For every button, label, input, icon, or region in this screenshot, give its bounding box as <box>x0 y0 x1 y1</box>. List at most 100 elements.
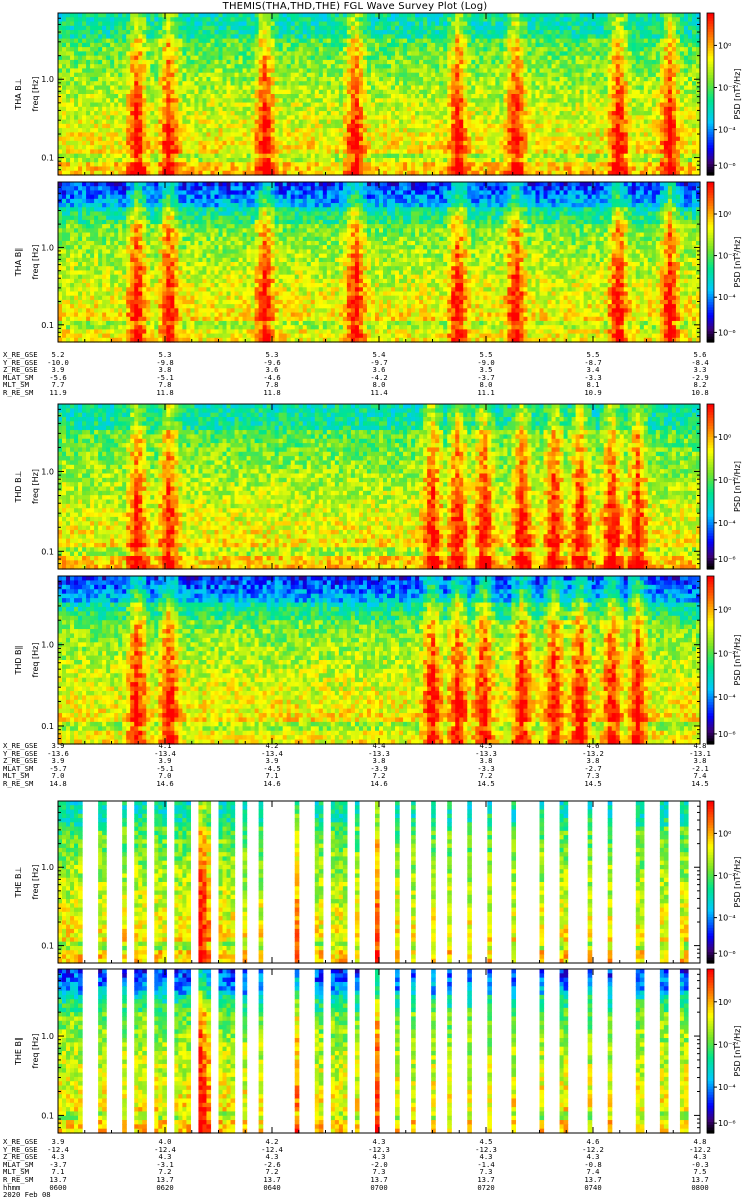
spectrogram-cell <box>122 111 127 116</box>
spectrogram-cell <box>90 103 95 108</box>
spectrogram-cell <box>82 77 87 82</box>
spectrogram-cell <box>210 81 215 86</box>
spectrogram-cell <box>178 34 183 39</box>
spectrogram-cell <box>90 26 95 31</box>
spectrogram-cell <box>142 145 147 150</box>
spectrogram-cell <box>78 60 83 65</box>
spectrogram-cell <box>106 56 111 61</box>
spectrogram-cell <box>186 141 191 146</box>
spectrogram-cell <box>186 73 191 78</box>
spectrogram-cell <box>110 137 115 142</box>
spectrogram-cell <box>62 73 67 78</box>
spectrogram-cell <box>102 22 107 27</box>
spectrogram-cell <box>78 30 83 35</box>
spectrogram-cell <box>102 107 107 112</box>
spectrogram-cell <box>154 64 159 69</box>
spectrogram-cell <box>174 39 179 44</box>
spectrogram-cell <box>110 77 115 82</box>
spectrogram-cell <box>106 73 111 78</box>
spectrogram-cell <box>82 68 87 73</box>
spectrogram-cell <box>126 103 131 108</box>
spectrogram-cell <box>174 103 179 108</box>
spectrogram-cell <box>110 39 115 44</box>
spectrogram-cell <box>110 111 115 116</box>
spectrogram-cell <box>90 124 95 129</box>
spectrogram-cell <box>158 120 163 125</box>
spectrogram-cell <box>110 43 115 48</box>
spectrogram-cell <box>106 68 111 73</box>
spectrogram-cell <box>82 26 87 31</box>
spectrogram-cell <box>70 103 75 108</box>
spectrogram-cell <box>94 149 99 154</box>
spectrogram-cell <box>162 132 167 137</box>
spectrogram-cell <box>74 90 79 95</box>
spectrogram-cell <box>82 162 87 167</box>
spectrogram-cell <box>178 145 183 150</box>
spectrogram-cell <box>194 149 199 154</box>
spectrogram-cell <box>102 60 107 65</box>
spectrogram-cell <box>170 120 175 125</box>
spectrogram-cell <box>150 98 155 103</box>
spectrogram-cell <box>174 141 179 146</box>
spectrogram-cell <box>94 98 99 103</box>
spectrogram-cell <box>82 98 87 103</box>
spectrogram-cell <box>118 56 123 61</box>
spectrogram-cell <box>126 85 131 90</box>
spectrogram-cell <box>134 132 139 137</box>
spectrogram-cell <box>86 90 91 95</box>
spectrogram-cell <box>194 128 199 133</box>
spectrogram-cell <box>154 162 159 167</box>
spectrogram-cell <box>126 162 131 167</box>
spectrogram-cell <box>90 120 95 125</box>
spectrogram-cell <box>58 137 63 142</box>
spectrogram-cell <box>106 115 111 120</box>
spectrogram-cell <box>146 103 151 108</box>
spectrogram-cell <box>186 103 191 108</box>
spectrogram-cell <box>210 17 215 22</box>
spectrogram-cell <box>118 77 123 82</box>
spectrogram-cell <box>122 73 127 78</box>
spectrogram-cell <box>118 68 123 73</box>
spectrogram-cell <box>78 111 83 116</box>
spectrogram-cell <box>130 68 135 73</box>
spectrogram-cell <box>86 107 91 112</box>
spectrogram-cell <box>110 68 115 73</box>
spectrogram-cell <box>198 30 203 35</box>
spectrogram-cell <box>114 30 119 35</box>
spectrogram-cell <box>78 64 83 69</box>
spectrogram-cell <box>90 90 95 95</box>
spectrogram-cell <box>166 22 171 27</box>
spectrogram-cell <box>170 145 175 150</box>
spectrogram-cell <box>154 111 159 116</box>
spectrogram-cell <box>198 128 203 133</box>
spectrogram-cell <box>194 34 199 39</box>
spectrogram-cell <box>194 39 199 44</box>
spectrogram-cell <box>86 145 91 150</box>
spectrogram-cell <box>150 162 155 167</box>
spectrogram-cell <box>206 81 211 86</box>
spectrogram-cell <box>74 73 79 78</box>
spectrogram-cell <box>130 111 135 116</box>
spectrogram-cell <box>106 103 111 108</box>
spectrogram-cell <box>170 77 175 82</box>
spectrogram-cell <box>82 120 87 125</box>
spectrogram-cell <box>118 98 123 103</box>
spectrogram-cell <box>182 98 187 103</box>
spectrogram-cell <box>182 90 187 95</box>
spectrogram-cell <box>130 43 135 48</box>
spectrogram-cell <box>178 141 183 146</box>
spectrogram-cell <box>194 90 199 95</box>
spectrogram-cell <box>78 158 83 163</box>
spectrogram-cell <box>126 94 131 99</box>
spectrogram-cell <box>170 128 175 133</box>
spectrogram-cell <box>70 149 75 154</box>
spectrogram-cell <box>150 39 155 44</box>
spectrogram-cell <box>130 81 135 86</box>
spectrogram-cell <box>94 141 99 146</box>
spectrogram-cell <box>170 56 175 61</box>
spectrogram-cell <box>98 166 103 171</box>
spectrogram-cell <box>70 128 75 133</box>
spectrogram-cell <box>206 13 211 18</box>
spectrogram-cell <box>170 60 175 65</box>
spectrogram-cell <box>134 85 139 90</box>
